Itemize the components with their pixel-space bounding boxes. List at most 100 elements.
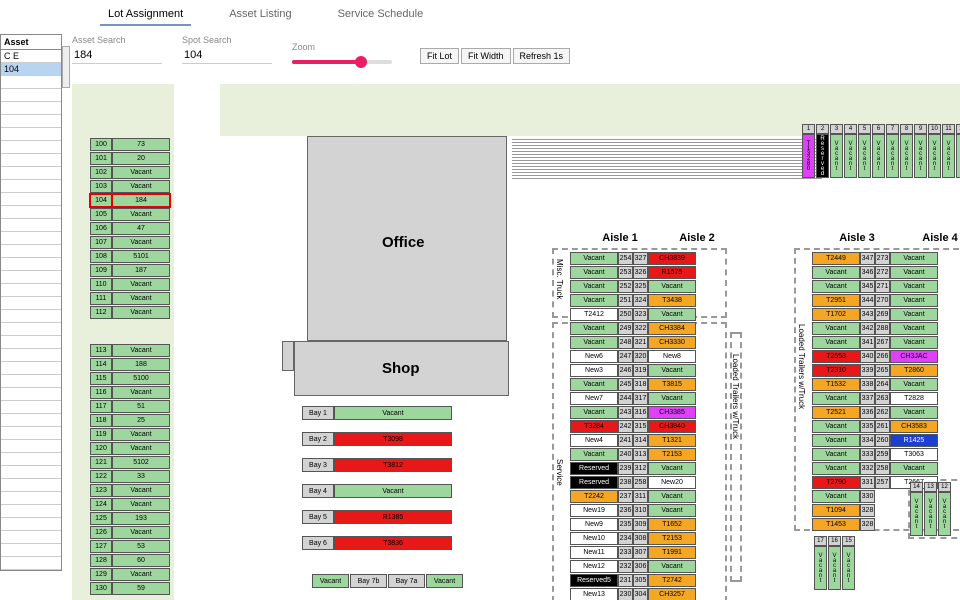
spot-asset[interactable]: Vacant — [112, 484, 170, 497]
aisle-spot[interactable]: T1532 — [812, 378, 860, 391]
aisle-spot[interactable]: Vacant — [890, 322, 938, 335]
aisle-spot[interactable]: CH3384 — [648, 322, 696, 335]
sidebar-row[interactable] — [1, 388, 61, 401]
spot-num[interactable]: 113 — [90, 344, 112, 357]
spot-num[interactable]: 125 — [90, 512, 112, 525]
spot-asset[interactable]: Vacant — [112, 306, 170, 319]
spot-num[interactable]: 128 — [90, 554, 112, 567]
aisle-spot[interactable]: T2742 — [648, 574, 696, 587]
aisle-spot[interactable]: Vacant — [890, 308, 938, 321]
aisle-spot[interactable]: New6 — [570, 350, 618, 363]
aisle-spot[interactable]: CH3JAC — [890, 350, 938, 363]
spot-asset[interactable]: Vacant — [112, 236, 170, 249]
aisle-spot[interactable]: Vacant — [890, 378, 938, 391]
spot-num[interactable]: 112 — [90, 306, 112, 319]
aisle-spot[interactable]: Reserved5 — [570, 574, 618, 587]
spot-asset[interactable]: 33 — [112, 470, 170, 483]
spot-num[interactable]: 110 — [90, 278, 112, 291]
aisle-spot[interactable]: New13 — [570, 588, 618, 600]
spot-num[interactable]: 115 — [90, 372, 112, 385]
aisle-spot[interactable]: Vacant — [570, 252, 618, 265]
tab-asset[interactable]: Asset Listing — [221, 4, 299, 26]
sidebar-row[interactable] — [1, 193, 61, 206]
bot-spot[interactable]: Vacant — [842, 546, 855, 590]
spot-num[interactable]: 100 — [90, 138, 112, 151]
aisle-spot[interactable]: Vacant — [812, 420, 860, 433]
aisle-spot[interactable]: New10 — [570, 532, 618, 545]
aisle-spot[interactable]: T3438 — [648, 294, 696, 307]
aisle-spot[interactable]: T2153 — [648, 532, 696, 545]
spot-asset[interactable]: 73 — [112, 138, 170, 151]
spot-asset[interactable]: Vacant — [112, 386, 170, 399]
sidebar-row[interactable] — [1, 557, 61, 570]
aisle-spot[interactable]: T2412 — [570, 308, 618, 321]
aisle-spot[interactable]: Vacant — [648, 280, 696, 293]
sidebar-row[interactable] — [1, 180, 61, 193]
sidebar-handle[interactable] — [62, 46, 70, 88]
aisle-spot[interactable]: T1652 — [648, 518, 696, 531]
sidebar-row[interactable] — [1, 362, 61, 375]
spot-num[interactable]: 106 — [90, 222, 112, 235]
bot-spot[interactable]: Vacant — [828, 546, 841, 590]
spot-num[interactable]: 124 — [90, 498, 112, 511]
aisle-spot[interactable]: Vacant — [890, 280, 938, 293]
aisle-spot[interactable]: New7 — [570, 392, 618, 405]
bay-spot[interactable]: R1385 — [334, 510, 452, 524]
aisle-spot[interactable]: Reserved — [570, 462, 618, 475]
spot-asset[interactable]: 59 — [112, 582, 170, 595]
aisle-spot[interactable]: Vacant — [890, 252, 938, 265]
bay-spot[interactable]: T3098 — [334, 432, 452, 446]
aisle-spot[interactable]: CH3583 — [890, 420, 938, 433]
aisle-spot[interactable]: T2449 — [812, 252, 860, 265]
aisle-spot[interactable]: CH3385 — [648, 406, 696, 419]
aisle-spot[interactable]: Vacant — [812, 434, 860, 447]
aisle-spot[interactable]: New9 — [570, 518, 618, 531]
aisle-spot[interactable]: Vacant — [812, 266, 860, 279]
sidebar-row[interactable] — [1, 141, 61, 154]
aisle-spot[interactable]: CH3840 — [648, 420, 696, 433]
aisle-spot[interactable]: Vacant — [570, 280, 618, 293]
sidebar-row[interactable] — [1, 102, 61, 115]
top-spot[interactable]: Reserved — [816, 134, 829, 178]
aisle-spot[interactable]: CH3839 — [648, 252, 696, 265]
spot-asset[interactable]: 60 — [112, 554, 170, 567]
aisle-spot[interactable]: Vacant — [812, 336, 860, 349]
top-spot[interactable]: Vacant — [886, 134, 899, 178]
aisle-spot[interactable]: Vacant — [812, 490, 860, 503]
aisle-spot[interactable]: Vacant — [570, 448, 618, 461]
aisle-spot[interactable]: T1453 — [812, 518, 860, 531]
aisle-spot[interactable]: T2553 — [812, 350, 860, 363]
sidebar-row[interactable] — [1, 284, 61, 297]
asset-search-input[interactable] — [72, 47, 162, 64]
aisle-spot[interactable]: Vacant — [648, 308, 696, 321]
sidebar-row[interactable] — [1, 414, 61, 427]
aisle-spot[interactable]: Vacant — [570, 406, 618, 419]
sidebar-row[interactable] — [1, 401, 61, 414]
aisle-spot[interactable]: T3815 — [648, 378, 696, 391]
spot-asset[interactable]: Vacant — [112, 498, 170, 511]
bot-spot[interactable]: Vacant — [910, 492, 923, 536]
bot-spot[interactable]: Vacant — [924, 492, 937, 536]
spot-asset[interactable]: Vacant — [112, 442, 170, 455]
top-spot[interactable]: Vacant — [900, 134, 913, 178]
aisle-spot[interactable]: T1321 — [648, 434, 696, 447]
sidebar-row[interactable] — [1, 154, 61, 167]
top-spot[interactable]: Vacant — [928, 134, 941, 178]
sidebar-row[interactable] — [1, 531, 61, 544]
bottom-bay[interactable]: Bay 7a — [388, 574, 425, 588]
spot-search-input[interactable] — [182, 47, 272, 64]
spot-num[interactable]: 116 — [90, 386, 112, 399]
aisle-spot[interactable]: T2153 — [648, 448, 696, 461]
aisle-spot[interactable]: CH3330 — [648, 336, 696, 349]
aisle-spot[interactable]: Vacant — [812, 448, 860, 461]
spot-asset[interactable]: 51 — [112, 400, 170, 413]
sidebar-row[interactable] — [1, 492, 61, 505]
aisle-spot[interactable]: Vacant — [648, 504, 696, 517]
sidebar-row[interactable] — [1, 115, 61, 128]
aisle-spot[interactable]: Vacant — [890, 266, 938, 279]
spot-num[interactable]: 107 — [90, 236, 112, 249]
fit-width-button[interactable]: Fit Width — [461, 48, 511, 64]
aisle-spot[interactable]: Vacant — [890, 336, 938, 349]
sidebar-row[interactable] — [1, 336, 61, 349]
top-spot[interactable]: T13280 — [802, 134, 815, 178]
